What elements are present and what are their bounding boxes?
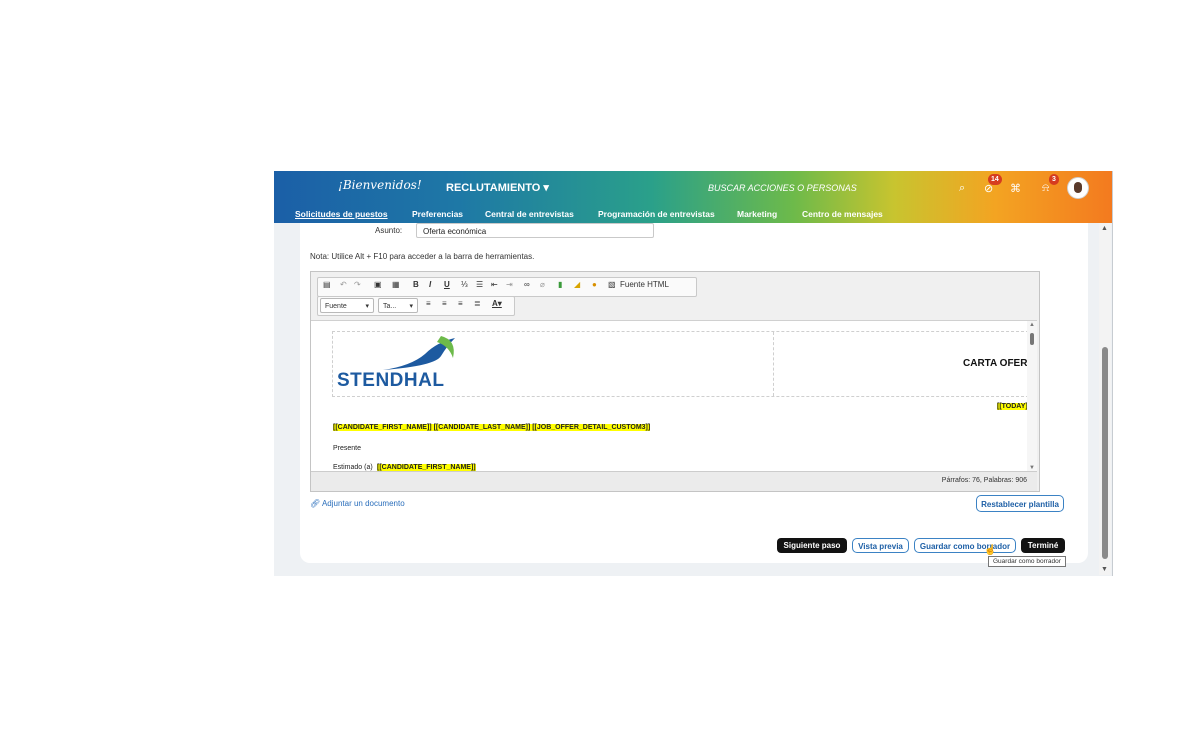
stendhal-logo-swoosh — [383, 336, 455, 370]
estimado-token: [[CANDIDATE_FIRST_NAME]] — [377, 464, 476, 471]
word-count: Párrafos: 76, Palabras: 906 — [941, 477, 1027, 484]
scroll-up-icon[interactable]: ▲ — [1029, 322, 1035, 328]
italic-icon[interactable]: I — [429, 280, 431, 289]
page-scroll-thumb[interactable] — [1102, 347, 1108, 559]
link-icon[interactable]: ∞ — [524, 280, 530, 289]
next-step-button[interactable]: Siguiente paso — [777, 538, 847, 553]
document-scroll-thumb[interactable] — [1030, 333, 1034, 345]
company-name: STENDHAL — [337, 370, 445, 391]
bulleted-list-icon[interactable]: ☰ — [476, 280, 483, 289]
text-color-icon[interactable]: A▾ — [492, 299, 502, 308]
save-draft-button[interactable]: Guardar como borrador — [914, 538, 1016, 553]
app-window: ¡Bienvenidos! RECLUTAMIENTO ▾ BUSCAR ACC… — [274, 171, 1113, 576]
font-select[interactable]: Fuente ▾ — [320, 298, 374, 313]
toolbar-note: Nota: Utilice Alt + F10 para acceder a l… — [310, 252, 535, 261]
size-select-value: Ta... — [383, 303, 397, 310]
preview-doc-icon[interactable]: ▤ — [323, 280, 331, 289]
top-header: ¡Bienvenidos! RECLUTAMIENTO ▾ BUSCAR ACC… — [274, 171, 1112, 223]
subject-label: Asunto: — [375, 226, 403, 235]
unlink-icon[interactable]: ⌀ — [540, 280, 545, 289]
marker-icon[interactable]: ◢ — [574, 280, 580, 289]
page-scrollbar[interactable]: ▲ ▼ — [1099, 223, 1111, 575]
candidate-line: [[CANDIDATE_FIRST_NAME]] [[CANDIDATE_LAS… — [333, 424, 651, 431]
numbered-list-icon[interactable]: ⅓ — [461, 280, 468, 289]
undo-icon[interactable]: ↶ — [340, 280, 347, 289]
scroll-up-icon[interactable]: ▲ — [1101, 225, 1108, 232]
preview-button[interactable]: Vista previa — [852, 538, 909, 553]
indent-icon[interactable]: ⇥ — [506, 280, 513, 289]
people-icon[interactable]: ⌘ — [1010, 182, 1021, 195]
scroll-down-icon[interactable]: ▼ — [1101, 566, 1108, 573]
align-justify-icon[interactable]: ≣ — [474, 299, 481, 308]
nav-item-solicitudes[interactable]: Solicitudes de puestos — [295, 209, 388, 219]
sub-navigation: Solicitudes de puestos Preferencias Cent… — [274, 207, 1112, 223]
global-search-input[interactable]: BUSCAR ACCIONES O PERSONAS — [708, 183, 857, 193]
font-select-value: Fuente — [325, 303, 347, 310]
chart-icon[interactable]: ▮ — [558, 280, 562, 289]
subject-input[interactable]: Oferta económica — [416, 223, 654, 238]
source-icon[interactable]: ▧ — [608, 280, 616, 289]
underline-icon[interactable]: U — [444, 280, 450, 289]
nav-item-central-entrevistas[interactable]: Central de entrevistas — [485, 209, 574, 219]
align-left-icon[interactable]: ≡ — [426, 299, 431, 308]
search-icon[interactable]: ⌕ — [959, 182, 965, 195]
reset-template-button[interactable]: Restablecer plantilla — [976, 495, 1064, 512]
align-right-icon[interactable]: ≡ — [458, 299, 463, 308]
editor-document[interactable]: STENDHAL CARTA OFERTA [[TODAY]] [[CANDID… — [311, 320, 1037, 472]
today-token: [[TODAY]] — [997, 403, 1031, 410]
html-source-button[interactable]: Fuente HTML — [620, 280, 669, 289]
bell-icon[interactable]: ⍾ — [1042, 182, 1049, 195]
toolbar-row-1: ▤ ↶ ↷ ▣ ▦ B I U ⅓ ☰ ⇤ ⇥ ∞ ⌀ ▮ ◢ ● ▧ Fuen… — [317, 277, 697, 297]
nav-item-marketing[interactable]: Marketing — [737, 209, 777, 219]
nav-item-mensajes[interactable]: Centro de mensajes — [802, 209, 883, 219]
document-scrollbar[interactable]: ▲ ▼ — [1027, 321, 1037, 472]
letter-title: CARTA OFERTA — [963, 358, 1037, 369]
toolbar-row-2: Fuente ▾ Ta... ▾ ≡ ≡ ≡ ≣ A▾ — [317, 296, 515, 316]
welcome-logo[interactable]: ¡Bienvenidos! — [338, 178, 422, 192]
letter-header-table: STENDHAL CARTA OFERTA — [332, 331, 1037, 397]
outdent-icon[interactable]: ⇤ — [491, 280, 498, 289]
editor-status-bar: Párrafos: 76, Palabras: 906 — [311, 471, 1037, 491]
chevron-down-icon: ▾ — [409, 303, 413, 310]
attach-label: Adjuntar un documento — [321, 499, 405, 508]
chevron-down-icon: ▾ — [365, 303, 369, 310]
save-draft-tooltip: Guardar como borrador — [988, 556, 1066, 567]
bell-badge: 3 — [1049, 174, 1059, 185]
content-card: Asunto: Oferta económica Nota: Utilice A… — [300, 223, 1088, 567]
estimado-text: Estimado (a) — [333, 464, 373, 471]
done-button[interactable]: Terminé — [1021, 538, 1065, 553]
smiley-icon[interactable]: ● — [592, 280, 597, 289]
align-center-icon[interactable]: ≡ — [442, 299, 447, 308]
avatar[interactable] — [1067, 177, 1089, 199]
presente-text: Presente — [333, 445, 362, 452]
todo-badge: 14 — [988, 174, 1002, 185]
mouse-cursor-icon: ☝ — [984, 545, 997, 556]
module-dropdown[interactable]: RECLUTAMIENTO ▾ — [446, 181, 549, 194]
rich-text-editor: ▤ ↶ ↷ ▣ ▦ B I U ⅓ ☰ ⇤ ⇥ ∞ ⌀ ▮ ◢ ● ▧ Fuen… — [310, 271, 1040, 492]
table-divider — [773, 332, 774, 396]
bold-icon[interactable]: B — [413, 280, 419, 289]
paperclip-icon: 🔗︎ — [310, 499, 321, 508]
nav-item-preferencias[interactable]: Preferencias — [412, 209, 463, 219]
size-select[interactable]: Ta... ▾ — [378, 298, 418, 313]
nav-item-programacion[interactable]: Programación de entrevistas — [598, 209, 715, 219]
redo-icon[interactable]: ↷ — [354, 280, 361, 289]
image-icon[interactable]: ▣ — [374, 280, 382, 289]
attach-document-link[interactable]: 🔗︎ Adjuntar un documento — [310, 499, 405, 508]
table-icon[interactable]: ▦ — [392, 280, 400, 289]
